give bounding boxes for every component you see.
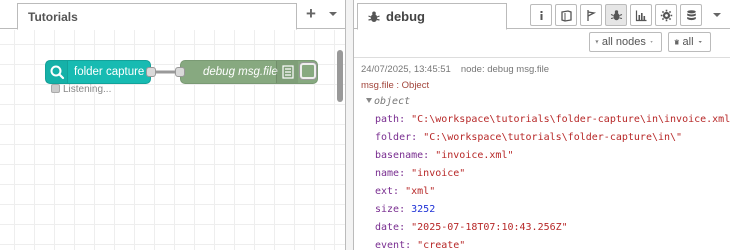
debug-sidebar: debug all nodes all 24/07/2025, 13:45:51… [354,0,730,250]
object-toggle[interactable]: object [366,96,410,107]
database-icon [686,9,696,20]
property-value[interactable]: "create" [417,240,465,250]
property-key: date: [375,222,406,233]
flag-icon [586,9,596,21]
gear-icon [660,9,672,21]
property-row: name: "invoice" [375,168,465,179]
property-key: name: [375,168,406,179]
debug-tab-button[interactable] [605,4,627,26]
config-tab-button[interactable] [655,4,677,26]
debug-message[interactable]: 24/07/2025, 13:45:51 node: debug msg.file… [354,58,730,250]
filter-nodes-label: all nodes [601,36,646,48]
message-meta: 24/07/2025, 13:45:51 node: debug msg.file [361,64,549,75]
sidebar-tabbar: debug [354,0,730,30]
caret-down-icon [366,98,372,103]
output-port[interactable] [146,67,156,77]
bug-icon [610,9,622,20]
info-tab-button[interactable] [530,4,552,26]
message-node[interactable]: node: debug msg.file [461,64,549,75]
property-row: ext: "xml" [375,186,435,197]
clear-messages-label: all [682,36,694,48]
property-row: event: "create" [375,240,465,250]
sidebar-resize-handle[interactable] [345,0,354,250]
filter-icon [595,40,599,44]
clear-messages-button[interactable]: all [668,32,711,52]
message-timestamp: 24/07/2025, 13:45:51 [361,64,451,75]
debug-toolbar: all nodes all [354,30,730,54]
property-row: size: 3252 [375,204,435,215]
property-key: folder: [375,132,418,143]
property-value[interactable]: "xml" [405,186,435,197]
status-text: Listening... [63,84,112,95]
filter-nodes-button[interactable]: all nodes [589,32,662,52]
property-key: path: [375,114,406,125]
chevron-down-icon[interactable] [711,9,723,21]
property-row: basename: "invoice.xml" [375,150,514,161]
property-key: size: [375,204,406,215]
flow-workspace: Tutorials + folder capture debug msg.fil… [0,0,345,250]
property-key: event: [375,240,412,250]
tab-debug-label: debug [386,9,425,24]
property-value[interactable]: "C:\workspace\tutorials\folder-capture\i… [411,114,730,125]
node-icon-area [276,61,298,83]
bug-icon [368,11,380,22]
object-root-label: object [374,96,411,107]
debug-toggle-button[interactable] [300,63,316,79]
debug-node-label: debug msg.file [203,66,278,78]
tab-debug[interactable]: debug [357,3,507,30]
property-key: ext: [375,186,400,197]
property-value[interactable]: "C:\workspace\tutorials\folder-capture\i… [423,132,682,143]
folder-capture-label: folder capture [74,66,145,78]
workspace-scrollbar[interactable] [337,50,343,102]
property-value[interactable]: "invoice" [411,168,465,179]
search-icon [50,65,65,80]
chevron-down-icon [650,41,653,43]
info-icon [540,10,542,20]
property-row: folder: "C:\workspace\tutorials\folder-c… [375,132,682,143]
property-value[interactable]: "2025-07-18T07:10:43.256Z" [411,222,568,233]
property-row: path: "C:\workspace\tutorials\folder-cap… [375,114,730,125]
chart-icon [635,10,646,21]
debug-node[interactable]: debug msg.file [180,60,318,84]
dashboard-tab-button[interactable] [630,4,652,26]
context-data-tab-button[interactable] [680,4,702,26]
help-tab-button[interactable] [555,4,577,26]
chevron-down-icon [698,41,702,43]
node-status: Listening... [51,84,111,95]
property-value[interactable]: 3252 [411,204,435,215]
folder-capture-node[interactable]: folder capture [45,60,151,84]
status-dot-icon [51,84,60,93]
input-port[interactable] [175,67,185,77]
list-icon [282,65,294,79]
node-icon-area [46,61,68,83]
message-topic: msg.file : Object [361,80,430,91]
book-icon [560,9,572,22]
property-row: date: "2025-07-18T07:10:43.256Z" [375,222,568,233]
context-tab-button[interactable] [580,4,602,26]
property-value[interactable]: "invoice.xml" [435,150,513,161]
property-key: basename: [375,150,430,161]
trash-icon [674,39,679,45]
wire[interactable] [0,0,345,250]
